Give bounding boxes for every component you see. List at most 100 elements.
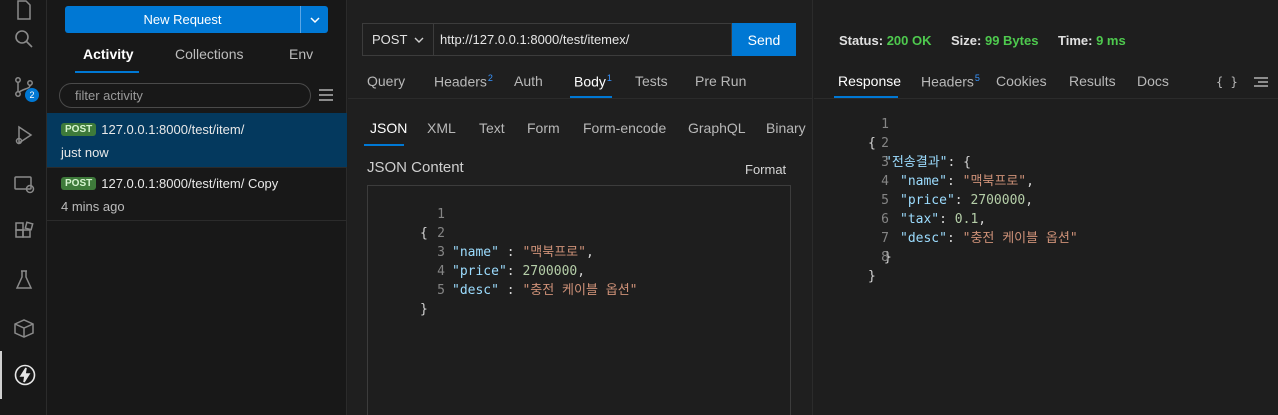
code-line: 3 "name": "맥북프로", [814, 134, 1278, 189]
code-line: 5 "tax": 0.1, [814, 172, 1278, 227]
tab-activity[interactable]: Activity [83, 46, 134, 62]
tab-docs[interactable]: Docs [1137, 73, 1169, 89]
method-badge: POST [61, 123, 97, 136]
extensions-icon[interactable] [0, 208, 47, 256]
json-sep: : [498, 283, 523, 298]
send-button[interactable]: Send [732, 23, 796, 56]
history-item[interactable]: POST 127.0.0.1:8000/test/item/ Copy 4 mi… [47, 167, 347, 221]
code-line: 2 "전송결과": { [814, 115, 1278, 170]
new-request-button[interactable]: New Request [65, 6, 328, 33]
line-number: 5 [437, 283, 445, 298]
history-url: 127.0.0.1:8000/test/item/ [101, 122, 245, 137]
code-line: 2 "name" : "맥북프로", [368, 205, 790, 260]
source-control-icon[interactable]: 2 [0, 63, 47, 111]
status-stat: Status: 200 OK [839, 33, 932, 48]
url-input[interactable]: http://127.0.0.1:8000/test/itemex/ [434, 23, 732, 56]
request-panel: POST http://127.0.0.1:8000/test/itemex/ … [348, 0, 813, 415]
menu-icon[interactable] [1254, 76, 1268, 88]
size-label: Size: [951, 33, 982, 48]
history-item[interactable]: POST 127.0.0.1:8000/test/item/ just now [47, 113, 347, 167]
tab-response-headers[interactable]: Headers5 [921, 73, 980, 90]
tab-env[interactable]: Env [289, 46, 313, 62]
body-tab-form-encode[interactable]: Form-encode [583, 120, 666, 136]
thunder-client-sidebar: New Request Activity Collections Env fil… [47, 0, 347, 415]
new-request-dropdown[interactable] [300, 6, 328, 33]
code-text: } [420, 302, 428, 317]
code-line: 5 } [368, 262, 790, 317]
package-icon[interactable] [0, 304, 47, 352]
headers-count: 2 [487, 73, 493, 83]
tab-body[interactable]: Body1 [574, 73, 612, 90]
divider [348, 98, 812, 99]
code-line: 1 { [814, 96, 1278, 151]
time-stat: Time: 9 ms [1058, 33, 1126, 48]
history-time: just now [61, 145, 109, 160]
time-label: Time: [1058, 33, 1093, 48]
status-value: 200 OK [886, 33, 932, 48]
body-tab-text[interactable]: Text [479, 120, 505, 136]
history-url: 127.0.0.1:8000/test/item/ Copy [101, 176, 279, 191]
tab-pre-run[interactable]: Pre Run [695, 73, 746, 89]
method-value: POST [372, 32, 408, 47]
size-stat: Size: 99 Bytes [951, 33, 1038, 48]
filter-activity-input[interactable]: filter activity [59, 83, 311, 108]
json-string: "충전 케이블 옵션" [522, 283, 638, 298]
json-content-label: JSON Content [367, 159, 464, 176]
active-tab-indicator [75, 71, 139, 73]
chevron-down-icon [414, 37, 424, 43]
body-tab-xml[interactable]: XML [427, 120, 456, 136]
format-button[interactable]: Format [745, 162, 786, 177]
code-line: 8 } [814, 229, 1278, 284]
tab-query[interactable]: Query [367, 73, 405, 89]
code-line: 4 "price": 2700000, [814, 153, 1278, 208]
remote-explorer-icon[interactable] [0, 160, 47, 208]
body-tab-form[interactable]: Form [527, 120, 560, 136]
tab-response[interactable]: Response [838, 73, 901, 89]
tab-tests[interactable]: Tests [635, 73, 668, 89]
history-time: 4 mins ago [61, 199, 125, 214]
activity-bar: 2 [0, 0, 47, 415]
method-badge: POST [61, 177, 97, 190]
response-panel: Status: 200 OK Size: 99 Bytes Time: 9 ms… [814, 0, 1278, 415]
tab-collections[interactable]: Collections [175, 46, 243, 62]
tab-auth[interactable]: Auth [514, 73, 543, 89]
chevron-down-icon [309, 16, 320, 23]
headers-count: 5 [974, 73, 980, 83]
status-label: Status: [839, 33, 884, 48]
run-debug-icon[interactable] [0, 111, 47, 159]
body-count: 1 [606, 73, 612, 83]
menu-icon[interactable] [319, 88, 333, 102]
active-body-tab-indicator [364, 144, 404, 146]
line-number: 8 [881, 250, 889, 265]
code-text: } [868, 269, 876, 284]
tab-results[interactable]: Results [1069, 73, 1116, 89]
method-select[interactable]: POST [362, 23, 434, 56]
tab-body-label: Body [574, 73, 606, 90]
json-key: "desc" [452, 283, 499, 298]
search-icon[interactable] [0, 15, 47, 63]
code-line: 7 } [814, 210, 1278, 265]
size-value: 99 Bytes [984, 33, 1039, 48]
code-line: 6 "desc": "충전 케이블 옵션" [814, 191, 1278, 246]
testing-icon[interactable] [0, 256, 47, 304]
tab-headers-label: Headers [434, 73, 487, 90]
tab-cookies[interactable]: Cookies [996, 73, 1047, 89]
json-body-editor[interactable]: 1 { 2 "name" : "맥북프로", 3 "price": 270000… [367, 185, 791, 415]
code-line: 3 "price": 2700000, [368, 224, 790, 279]
tab-headers-label: Headers [921, 73, 974, 90]
sidebar-tabs: Activity Collections Env [47, 40, 347, 73]
time-value: 9 ms [1096, 33, 1126, 48]
code-text: "desc" : "충전 케이블 옵션" [452, 281, 637, 300]
code-line: 1 { [368, 186, 790, 241]
body-tab-graphql[interactable]: GraphQL [688, 120, 746, 136]
source-control-badge: 2 [25, 88, 39, 102]
body-tab-binary[interactable]: Binary [766, 120, 806, 136]
tab-headers[interactable]: Headers2 [434, 73, 493, 90]
response-body-viewer[interactable]: 1 { 2 "전송결과": { 3 "name": "맥북프로", 4 "pri… [814, 96, 1278, 396]
thunder-client-icon[interactable] [0, 351, 47, 399]
braces-icon[interactable]: { } [1216, 75, 1238, 89]
code-line: 4 "desc" : "충전 케이블 옵션" [368, 243, 790, 298]
divider [47, 220, 347, 221]
new-request-label[interactable]: New Request [65, 6, 300, 33]
body-tab-json[interactable]: JSON [370, 120, 407, 136]
